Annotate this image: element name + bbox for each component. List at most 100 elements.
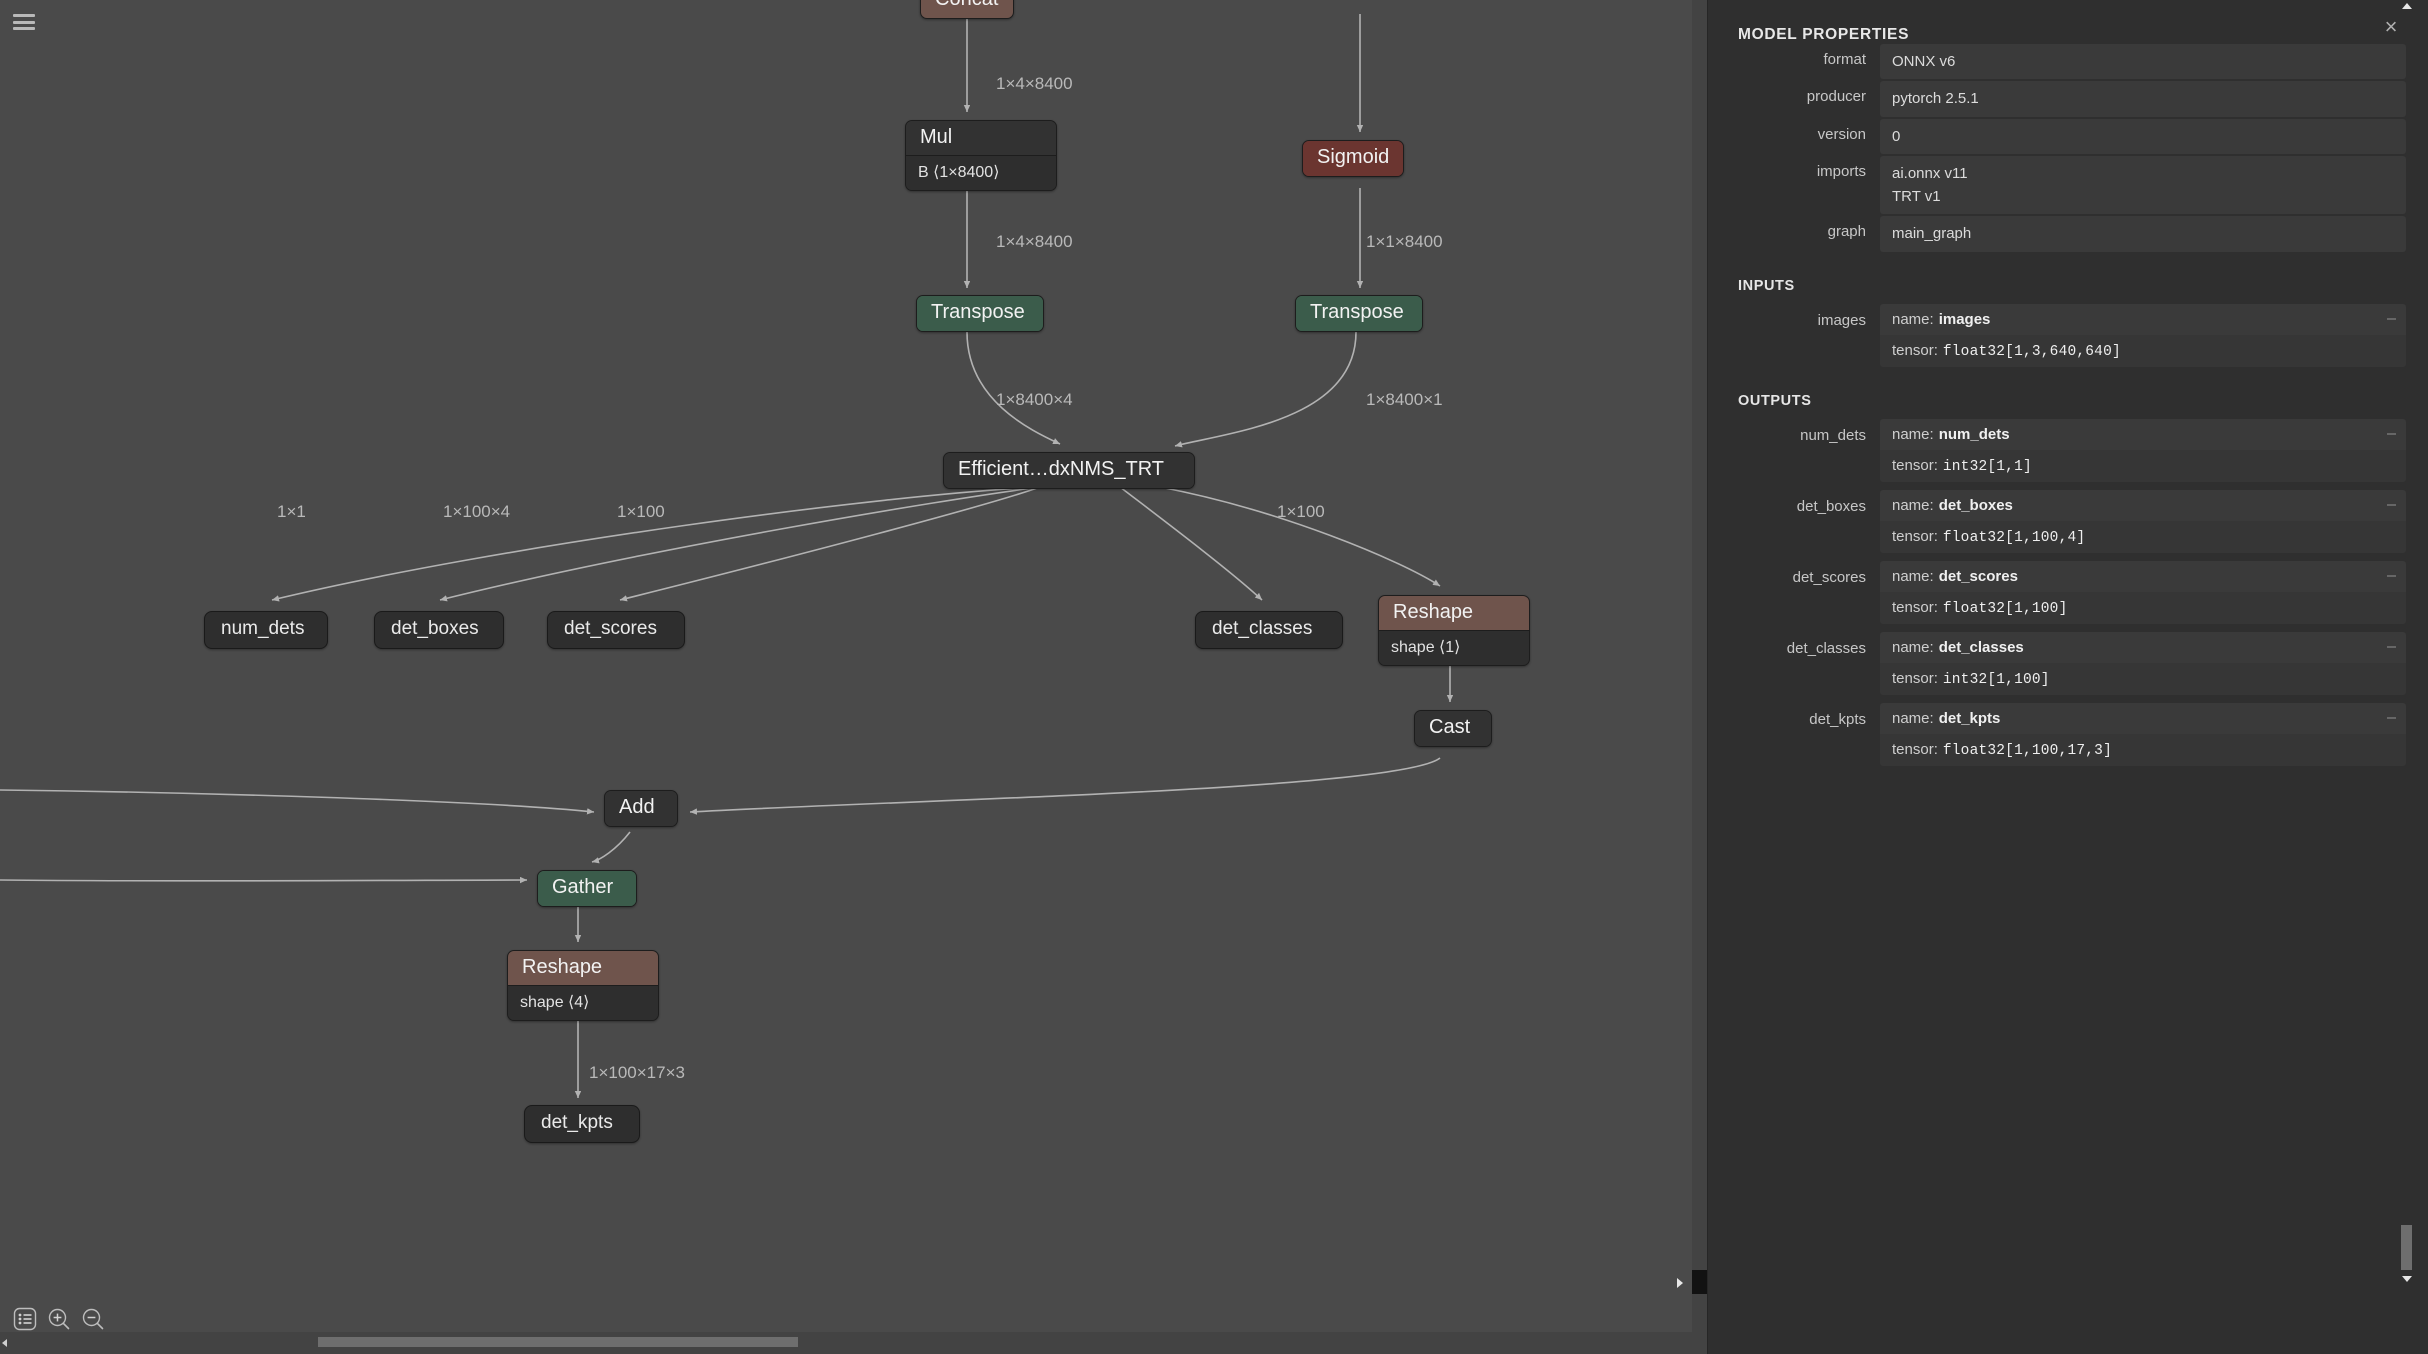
- node-label: det_kpts: [525, 1106, 639, 1142]
- panel-collapse-arrow-icon[interactable]: [1677, 1278, 1683, 1288]
- io-tensor-prefix: tensor:: [1892, 342, 1938, 359]
- io-label: num_dets: [1738, 419, 1880, 444]
- property-name: format: [1738, 44, 1880, 77]
- property-value: ONNX v6: [1880, 44, 2406, 79]
- edge-label: 1×1×8400: [1366, 232, 1443, 252]
- io-collapse-toggle-icon[interactable]: [2387, 646, 2396, 648]
- inputs-list: imagesname:imagestensor:float32[1,3,640,…: [1708, 304, 2428, 367]
- io-name-row[interactable]: name:images: [1880, 304, 2406, 335]
- graph-node-concat[interactable]: Concat: [920, 0, 1014, 19]
- outputs-section-title: OUTPUTS: [1738, 393, 2428, 409]
- io-row-det_classes: det_classesname:det_classestensor:int32[…: [1708, 632, 2406, 695]
- graph-node-mul[interactable]: MulB ⟨1×8400⟩: [905, 120, 1057, 191]
- property-value-line: pytorch 2.5.1: [1892, 87, 2394, 110]
- io-tensor-value: float32[1,100,17,3]: [1943, 743, 2112, 759]
- io-row-images: imagesname:imagestensor:float32[1,3,640,…: [1708, 304, 2406, 367]
- node-label: Transpose: [917, 296, 1043, 331]
- io-name-prefix: name:: [1892, 639, 1934, 656]
- node-attribute: B ⟨1×8400⟩: [906, 155, 1056, 190]
- node-label: Reshape: [508, 951, 658, 985]
- edge-label: 1×8400×1: [1366, 390, 1443, 410]
- horizontal-scrollbar[interactable]: [0, 1332, 1692, 1354]
- io-name-value: images: [1939, 311, 1991, 328]
- node-label: Reshape: [1379, 596, 1529, 630]
- property-value: pytorch 2.5.1: [1880, 81, 2406, 116]
- io-tensor-prefix: tensor:: [1892, 741, 1938, 758]
- node-label: Mul: [906, 121, 1056, 155]
- io-detail-box: name:det_kpts tensor: float32[1,100,17,3]: [1880, 703, 2406, 766]
- graph-canvas[interactable]: Concat MulB ⟨1×8400⟩ Sigmoid Transpose Trans…: [0, 0, 1707, 1354]
- vertical-scroll-thumb[interactable]: [2401, 1225, 2412, 1270]
- graph-node-gather[interactable]: Gather: [537, 870, 637, 907]
- zoom-in-icon[interactable]: [46, 1306, 72, 1332]
- scroll-up-arrow[interactable]: [2402, 3, 2412, 9]
- vertical-scrollbar[interactable]: [2400, 0, 2413, 1290]
- io-label: det_boxes: [1738, 490, 1880, 515]
- graph-node-reshape1[interactable]: Reshapeshape ⟨1⟩: [1378, 595, 1530, 666]
- graph-node-transpose2[interactable]: Transpose: [1295, 295, 1423, 332]
- io-name-row[interactable]: name:num_dets: [1880, 419, 2406, 450]
- io-label: images: [1738, 304, 1880, 329]
- model-properties-list: format ONNX v6 producer pytorch 2.5.1 versio…: [1708, 44, 2428, 252]
- graph-node-cast[interactable]: Cast: [1414, 710, 1492, 747]
- io-collapse-toggle-icon[interactable]: [2387, 318, 2396, 320]
- properties-list-icon[interactable]: [12, 1306, 38, 1332]
- hamburger-icon[interactable]: [13, 14, 35, 30]
- io-detail-box: name:num_detstensor:int32[1,1]: [1880, 419, 2406, 482]
- io-collapse-toggle-icon[interactable]: [2387, 717, 2396, 719]
- io-tensor-row: tensor:float32[1,100,4]: [1880, 521, 2406, 553]
- io-detail-box: name:imagestensor:float32[1,3,640,640]: [1880, 304, 2406, 367]
- zoom-out-icon[interactable]: [80, 1306, 106, 1332]
- graph-node-transpose1[interactable]: Transpose: [916, 295, 1044, 332]
- io-collapse-toggle-icon[interactable]: [2387, 504, 2396, 506]
- io-collapse-toggle-icon[interactable]: [2387, 575, 2396, 577]
- horizontal-scroll-thumb[interactable]: [318, 1337, 798, 1347]
- property-name: producer: [1738, 81, 1880, 114]
- scroll-down-arrow[interactable]: [2402, 1276, 2412, 1282]
- graph-node-nms[interactable]: Efficient…dxNMS_TRT: [943, 452, 1195, 489]
- edge-label: 1×4×8400: [996, 232, 1073, 252]
- io-label: det_classes: [1738, 632, 1880, 657]
- io-row-det_scores: det_scoresname:det_scorestensor:float32[…: [1708, 561, 2406, 624]
- scroll-left-arrow[interactable]: [2, 1339, 7, 1347]
- io-tensor-row: tensor: float32[1,100,17,3]: [1880, 734, 2406, 766]
- io-name-row[interactable]: name:det_scores: [1880, 561, 2406, 592]
- io-collapse-toggle-icon[interactable]: [2387, 433, 2396, 435]
- property-row-version: version0: [1708, 119, 2406, 154]
- graph-io-node-det_scores[interactable]: det_scores: [547, 611, 685, 649]
- io-row-det_kpts: det_kptsname:det_kpts tensor: float32[1,10…: [1708, 703, 2406, 766]
- io-name-row[interactable]: name:det_kpts: [1880, 703, 2406, 734]
- graph-node-reshape2[interactable]: Reshapeshape ⟨4⟩: [507, 950, 659, 1021]
- property-value-line: ai.onnx v11: [1892, 162, 2394, 185]
- io-tensor-value: float32[1,100]: [1943, 601, 2068, 617]
- graph-io-node-det_boxes[interactable]: det_boxes: [374, 611, 504, 649]
- graph-io-node-det_classes[interactable]: det_classes: [1195, 611, 1343, 649]
- property-name: graph: [1738, 216, 1880, 249]
- property-value-line: TRT v1: [1892, 185, 2394, 208]
- io-label: det_kpts: [1738, 703, 1880, 728]
- edge-label: 1×1: [277, 502, 306, 522]
- io-name-prefix: name:: [1892, 426, 1934, 443]
- io-tensor-row: tensor:float32[1,100]: [1880, 592, 2406, 624]
- node-label: Transpose: [1296, 296, 1422, 331]
- graph-node-sigmoid[interactable]: Sigmoid: [1302, 140, 1404, 177]
- property-value: 0: [1880, 119, 2406, 154]
- node-label: det_scores: [548, 612, 684, 648]
- property-row-imports: importsai.onnx v11TRT v1: [1708, 156, 2406, 215]
- sidebar-header: MODEL PROPERTIES ×: [1708, 0, 2428, 44]
- node-label: Concat: [921, 0, 1013, 18]
- io-tensor-value: int32[1,100]: [1943, 672, 2050, 688]
- panel-resize-marker[interactable]: [1692, 1270, 1707, 1294]
- io-label: det_scores: [1738, 561, 1880, 586]
- io-name-row[interactable]: name: det_classes: [1880, 632, 2406, 663]
- graph-io-node-det_kpts[interactable]: det_kpts: [524, 1105, 640, 1143]
- node-attribute: shape ⟨1⟩: [1379, 630, 1529, 665]
- io-name-row[interactable]: name:det_boxes: [1880, 490, 2406, 521]
- page-title: MODEL PROPERTIES: [1738, 26, 2398, 44]
- io-name-value: det_kpts: [1939, 710, 2001, 727]
- graph-node-add[interactable]: Add: [604, 790, 678, 827]
- graph-io-node-num_dets[interactable]: num_dets: [204, 611, 328, 649]
- io-name-value: det_classes: [1939, 639, 2024, 656]
- property-name: version: [1738, 119, 1880, 152]
- property-value-line: ONNX v6: [1892, 50, 2394, 73]
